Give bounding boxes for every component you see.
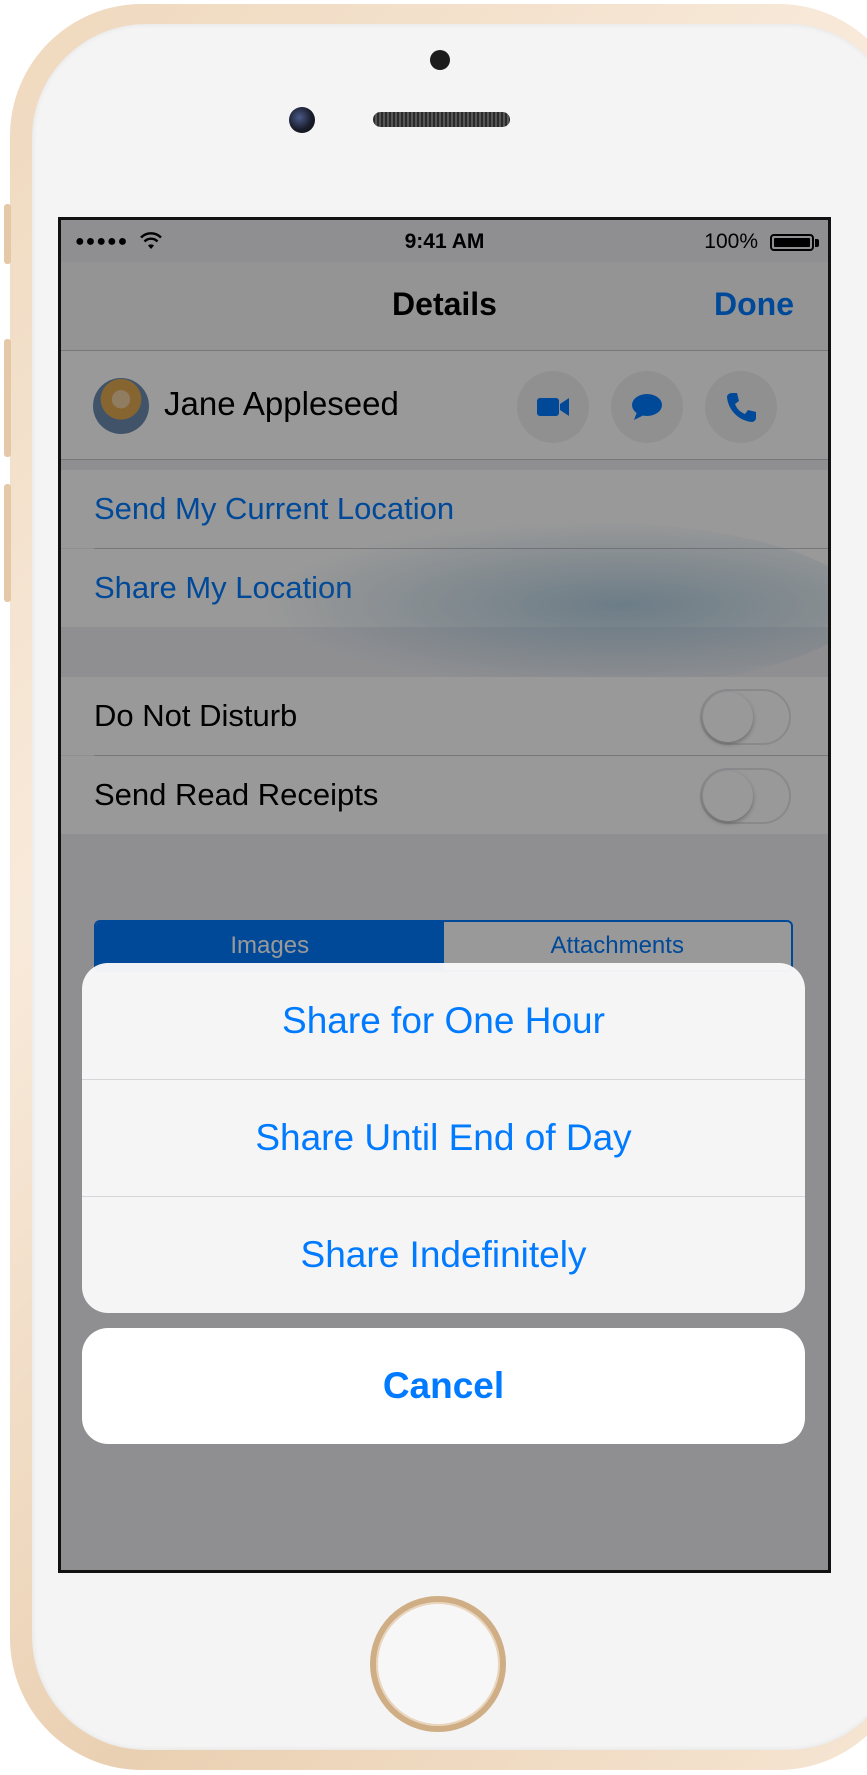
share-indefinitely-option[interactable]: Share Indefinitely xyxy=(82,1197,805,1313)
volume-up-button xyxy=(4,339,11,457)
front-camera xyxy=(289,107,315,133)
cancel-button[interactable]: Cancel xyxy=(82,1328,805,1444)
share-until-end-of-day-option[interactable]: Share Until End of Day xyxy=(82,1080,805,1196)
share-one-hour-option[interactable]: Share for One Hour xyxy=(82,963,805,1079)
action-sheet: Share for One Hour Share Until End of Da… xyxy=(82,963,805,1313)
mute-switch xyxy=(4,204,11,264)
earpiece-speaker xyxy=(373,112,510,127)
screen: ●●●●● 9:41 AM 100% Details Done Jane App… xyxy=(58,217,831,1573)
proximity-sensor xyxy=(430,50,450,70)
details-view: ●●●●● 9:41 AM 100% Details Done Jane App… xyxy=(61,220,828,1570)
home-button[interactable] xyxy=(370,1596,506,1732)
volume-down-button xyxy=(4,484,11,602)
